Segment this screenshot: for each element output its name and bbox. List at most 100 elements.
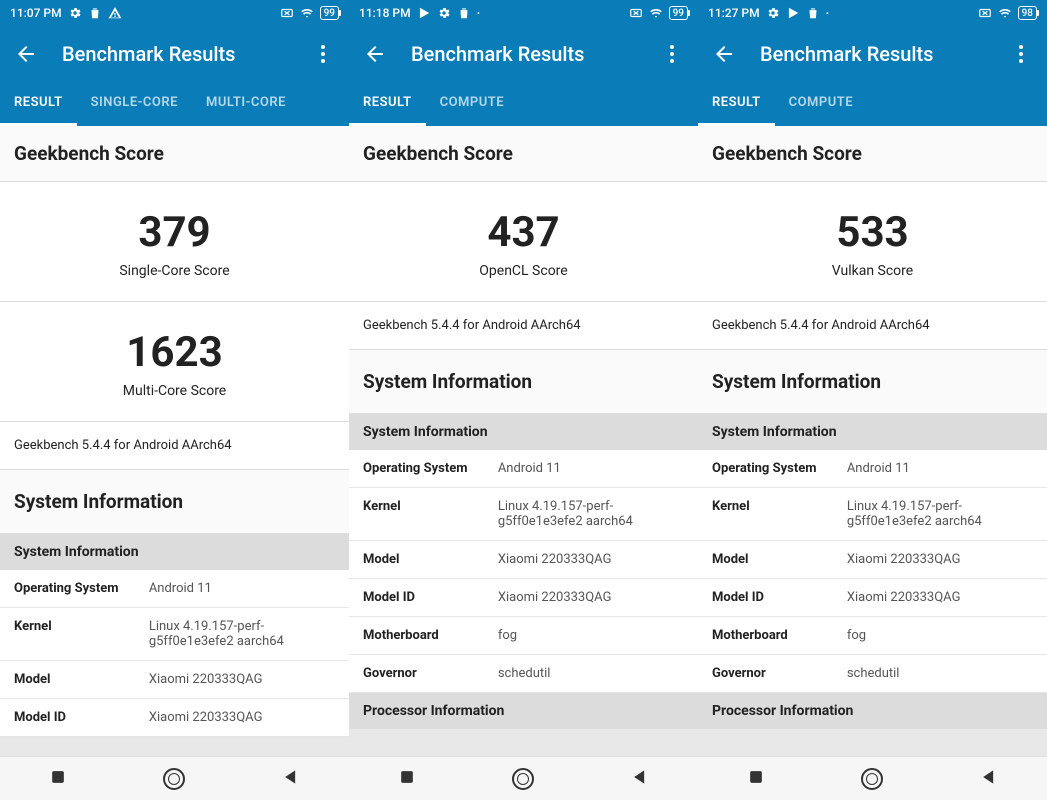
menu-icon[interactable] [660, 42, 684, 66]
info-value: Linux 4.19.157-perf-g5ff0e1e3efe2 aarch6… [498, 499, 684, 529]
content-area[interactable]: Geekbench Score 379 Single-Core Score 1623 M… [0, 126, 349, 756]
battery-indicator: 99 [669, 6, 688, 20]
info-row: ModelXiaomi 220333QAG [349, 541, 698, 579]
info-key: Motherboard [712, 628, 847, 643]
score-block: 1623 Multi-Core Score [0, 302, 349, 422]
status-bar: 11:27 PM·98 [698, 0, 1047, 26]
info-row: Governorschedutil [349, 655, 698, 693]
battery-indicator: 99 [320, 6, 339, 20]
info-key: Governor [712, 666, 847, 681]
score-label: Multi-Core Score [0, 383, 349, 399]
info-key: Operating System [363, 461, 498, 476]
sysinfo-subheader: System Information [698, 414, 1047, 450]
back-icon[interactable] [712, 42, 736, 66]
info-row: Operating SystemAndroid 11 [698, 450, 1047, 488]
app-header: Benchmark Results [349, 26, 698, 82]
score-header: Geekbench Score [349, 126, 698, 182]
tab-compute[interactable]: COMPUTE [775, 82, 868, 126]
info-row: KernelLinux 4.19.157-perf-g5ff0e1e3efe2 … [698, 488, 1047, 541]
tab-bar: RESULTCOMPUTE [698, 82, 1047, 126]
battery-indicator: 98 [1018, 6, 1037, 20]
info-key: Operating System [14, 581, 149, 596]
info-row: Governorschedutil [698, 655, 1047, 693]
score-block: 533 Vulkan Score [698, 182, 1047, 302]
info-value: schedutil [847, 666, 1033, 681]
page-title: Benchmark Results [411, 42, 660, 66]
info-value: Xiaomi 220333QAG [847, 552, 1033, 567]
nav-back-icon[interactable] [281, 767, 301, 791]
nav-bar [349, 756, 698, 800]
nav-recent-icon[interactable] [746, 767, 766, 791]
info-value: Android 11 [149, 581, 335, 596]
nav-back-icon[interactable] [979, 767, 999, 791]
tab-single-core[interactable]: SINGLE-CORE [77, 82, 192, 126]
info-value: Xiaomi 220333QAG [498, 552, 684, 567]
tab-result[interactable]: RESULT [698, 82, 775, 126]
menu-icon[interactable] [311, 42, 335, 66]
tab-multi-core[interactable]: MULTI-CORE [192, 82, 300, 126]
nav-home-icon[interactable] [163, 768, 185, 790]
page-title: Benchmark Results [62, 42, 311, 66]
info-key: Model ID [363, 590, 498, 605]
info-value: Linux 4.19.157-perf-g5ff0e1e3efe2 aarch6… [149, 619, 335, 649]
content-area[interactable]: Geekbench Score437OpenCL ScoreGeekbench … [349, 126, 698, 756]
nav-recent-icon[interactable] [48, 767, 68, 791]
info-key: Kernel [712, 499, 847, 529]
info-row: KernelLinux 4.19.157-perf-g5ff0e1e3efe2 … [349, 488, 698, 541]
info-row: Motherboardfog [349, 617, 698, 655]
score-label: Vulkan Score [698, 263, 1047, 279]
score-block: 379 Single-Core Score [0, 182, 349, 302]
info-value: Xiaomi 220333QAG [149, 710, 335, 725]
content-area[interactable]: Geekbench Score533Vulkan ScoreGeekbench … [698, 126, 1047, 756]
score-header: Geekbench Score [0, 126, 349, 182]
score-value: 437 [349, 208, 698, 257]
tab-result[interactable]: RESULT [0, 82, 77, 126]
info-key: Governor [363, 666, 498, 681]
info-value: Android 11 [498, 461, 684, 476]
menu-icon[interactable] [1009, 42, 1033, 66]
status-time: 11:07 PM [10, 6, 62, 20]
score-value: 533 [698, 208, 1047, 257]
info-row: Operating SystemAndroid 11 [349, 450, 698, 488]
score-label: Single-Core Score [0, 263, 349, 279]
tab-compute[interactable]: COMPUTE [426, 82, 519, 126]
info-key: Motherboard [363, 628, 498, 643]
info-row: Model IDXiaomi 220333QAG [349, 579, 698, 617]
back-icon[interactable] [14, 42, 38, 66]
info-value: schedutil [498, 666, 684, 681]
tab-bar: RESULTCOMPUTE [349, 82, 698, 126]
info-row: Model IDXiaomi 220333QAG [698, 579, 1047, 617]
nav-bar [698, 756, 1047, 800]
status-time: 11:18 PM [359, 6, 411, 20]
info-value: fog [498, 628, 684, 643]
score-header: Geekbench Score [698, 126, 1047, 182]
info-row: ModelXiaomi 220333QAG [698, 541, 1047, 579]
info-key: Model [363, 552, 498, 567]
tab-bar: RESULTSINGLE-COREMULTI-CORE [0, 82, 349, 126]
info-row: ModelXiaomi 220333QAG [0, 661, 349, 699]
status-bar: 11:07 PM 99 [0, 0, 349, 26]
back-icon[interactable] [363, 42, 387, 66]
version-text: Geekbench 5.4.4 for Android AArch64 [0, 422, 349, 470]
nav-home-icon[interactable] [861, 768, 883, 790]
sysinfo-subheader: System Information [349, 414, 698, 450]
info-value: Linux 4.19.157-perf-g5ff0e1e3efe2 aarch6… [847, 499, 1033, 529]
sysinfo-header: System Information [349, 350, 698, 414]
nav-back-icon[interactable] [630, 767, 650, 791]
info-key: Model [14, 672, 149, 687]
page-title: Benchmark Results [760, 42, 1009, 66]
info-key: Model ID [712, 590, 847, 605]
tab-result[interactable]: RESULT [349, 82, 426, 126]
nav-home-icon[interactable] [512, 768, 534, 790]
nav-recent-icon[interactable] [397, 767, 417, 791]
score-label: OpenCL Score [349, 263, 698, 279]
app-header: Benchmark Results [0, 26, 349, 82]
app-header: Benchmark Results [698, 26, 1047, 82]
processor-subheader: Processor Information [698, 693, 1047, 729]
score-value: 379 [0, 208, 349, 257]
nav-bar [0, 756, 349, 800]
info-row: Motherboardfog [698, 617, 1047, 655]
score-block: 437 OpenCL Score [349, 182, 698, 302]
info-value: Xiaomi 220333QAG [847, 590, 1033, 605]
score-value: 1623 [0, 328, 349, 377]
